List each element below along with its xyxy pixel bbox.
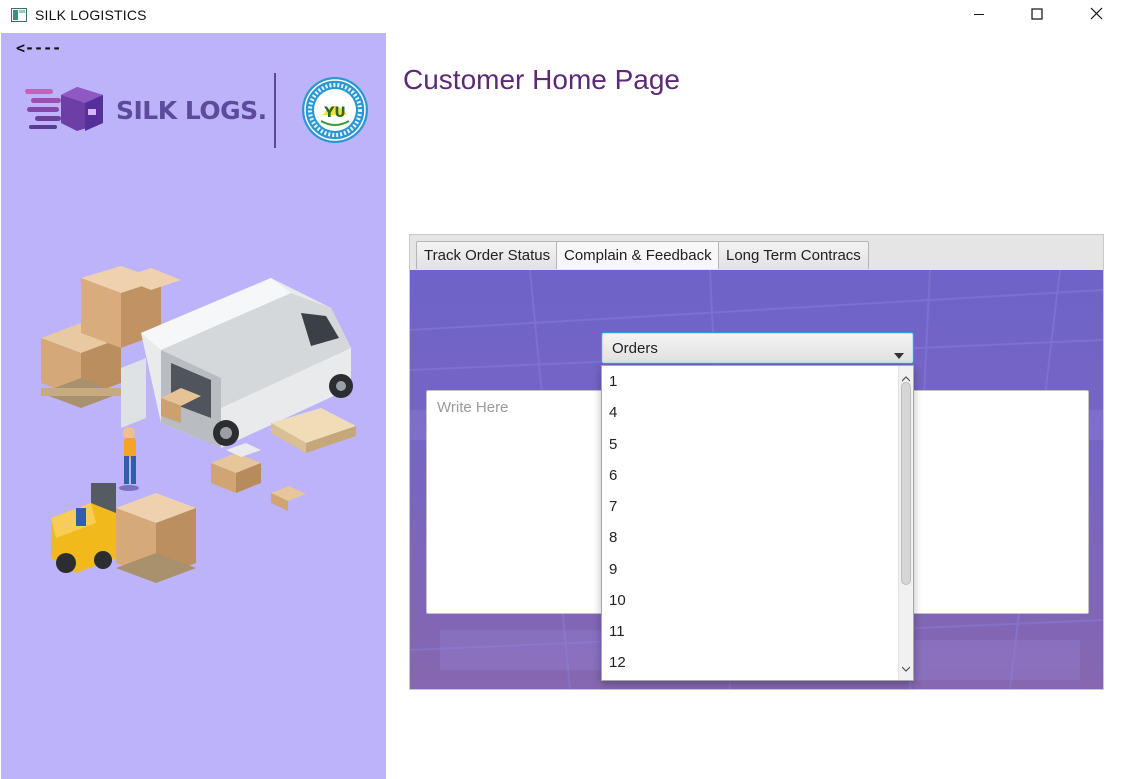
dropdown-option[interactable]: 5 [602,429,898,460]
page-title: Customer Home Page [403,64,681,95]
maximize-button[interactable] [1008,0,1066,32]
minimize-icon [973,7,985,25]
feedback-placeholder: Write Here [437,399,509,416]
close-icon [1090,7,1103,25]
tab-header: Track Order Status Complain & Feedback L… [410,235,1103,270]
sidebar-panel: <---- SILK LOGS. YU [1,33,386,779]
orders-dropdown-list: 1 4 5 6 7 8 9 10 11 12 [601,365,914,681]
window-title: SILK LOGISTICS [35,7,147,23]
tab-track-order-status[interactable]: Track Order Status [416,241,559,269]
dropdown-option[interactable]: 10 [602,585,898,616]
dropdown-option[interactable]: 6 [602,460,898,491]
maximize-icon [1031,7,1043,25]
logo-text: SILK LOGS. [116,96,267,125]
logo-divider [274,73,276,148]
tab-complain-feedback[interactable]: Complain & Feedback [556,241,720,269]
dropdown-scrollbar[interactable] [898,366,913,680]
minimize-button[interactable] [950,0,1008,32]
svg-text:YU: YU [323,105,346,121]
university-seal-logo: YU [301,75,369,150]
dropdown-option[interactable]: 1 [602,366,898,397]
dropdown-option[interactable]: 7 [602,491,898,522]
warehouse-delivery-van-illustration [21,238,366,613]
dropdown-option[interactable]: 9 [602,554,898,585]
tab-long-term-contracts[interactable]: Long Term Contracs [718,241,869,269]
back-button[interactable]: <---- [16,39,61,57]
dropdown-option[interactable]: 12 [602,647,898,678]
dropdown-option[interactable]: 4 [602,397,898,428]
app-window-icon [11,8,27,22]
chevron-down-icon [894,346,904,364]
scroll-down-arrow-icon[interactable] [901,659,911,677]
orders-combo-box[interactable]: Orders [601,332,914,364]
close-button[interactable] [1067,0,1125,32]
scrollbar-thumb[interactable] [901,382,911,585]
orders-combo-selected: Orders [612,340,658,357]
title-bar: SILK LOGISTICS [0,0,1126,32]
delivery-box-icon [25,83,115,138]
dropdown-option[interactable]: 11 [602,616,898,647]
dropdown-option[interactable]: 8 [602,522,898,553]
